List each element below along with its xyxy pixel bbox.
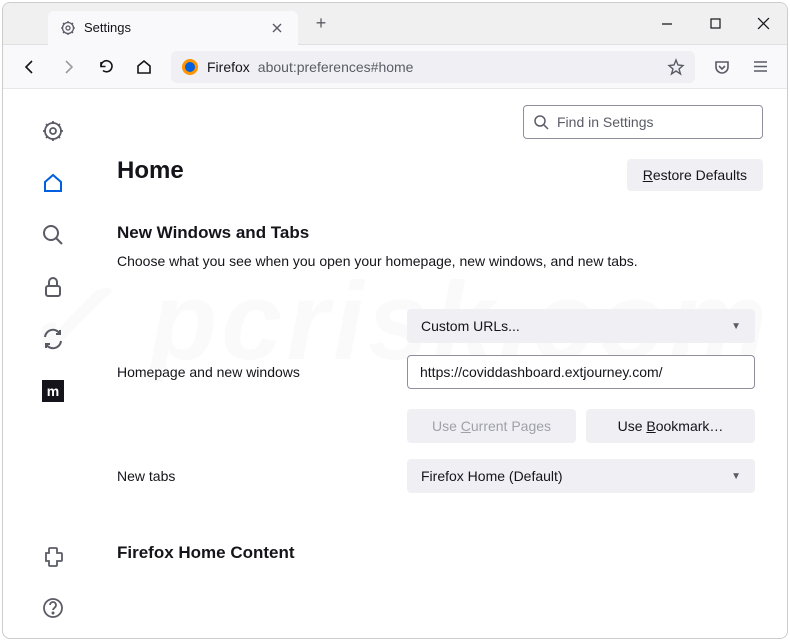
lock-icon[interactable] — [41, 275, 65, 299]
back-button[interactable] — [13, 50, 47, 84]
url-bar[interactable]: Firefox about:preferences#home — [171, 51, 695, 83]
mozilla-icon[interactable]: m — [41, 379, 65, 403]
reload-button[interactable] — [89, 50, 123, 84]
restore-defaults-button[interactable]: Restore Defaults — [627, 159, 763, 191]
url-identity: Firefox — [207, 59, 250, 75]
bookmark-star-icon[interactable] — [667, 58, 685, 76]
close-icon[interactable] — [268, 19, 286, 37]
search-icon — [534, 115, 549, 130]
menu-button[interactable] — [743, 50, 777, 84]
browser-tab[interactable]: Settings — [48, 11, 298, 45]
homepage-label: Homepage and new windows — [117, 364, 407, 380]
new-tab-button[interactable]: + — [306, 9, 336, 39]
maximize-button[interactable] — [691, 3, 739, 45]
tab-label: Settings — [84, 20, 131, 35]
section-desc: Choose what you see when you open your h… — [117, 253, 755, 269]
section-homecontent: Firefox Home Content — [117, 543, 755, 563]
window-controls — [643, 3, 787, 45]
newtabs-label: New tabs — [117, 468, 407, 484]
titlebar: Settings + — [3, 3, 787, 45]
forward-button[interactable] — [51, 50, 85, 84]
firefox-icon — [181, 58, 199, 76]
use-bookmark-button[interactable]: Use Bookmark… — [586, 409, 755, 443]
chevron-down-icon: ▼ — [731, 321, 741, 332]
sync-icon[interactable] — [41, 327, 65, 351]
dropdown-value: Custom URLs... — [421, 318, 520, 334]
search-icon[interactable] — [41, 223, 65, 247]
chevron-down-icon: ▼ — [731, 471, 741, 482]
section-newwindows: New Windows and Tabs — [117, 223, 755, 243]
homepage-url-input[interactable] — [407, 355, 755, 389]
newtabs-dropdown[interactable]: Firefox Home (Default) ▼ — [407, 459, 755, 493]
settings-sidebar: m — [3, 89, 103, 638]
dropdown-value: Firefox Home (Default) — [421, 468, 563, 484]
extensions-icon[interactable] — [41, 544, 65, 568]
minimize-button[interactable] — [643, 3, 691, 45]
nav-toolbar: Firefox about:preferences#home — [3, 45, 787, 89]
general-icon[interactable] — [41, 119, 65, 143]
search-input[interactable] — [557, 114, 752, 130]
help-icon[interactable] — [41, 596, 65, 620]
close-window-button[interactable] — [739, 3, 787, 45]
settings-content: Home Restore Defaults New Windows and Ta… — [103, 89, 787, 638]
homepage-mode-dropdown[interactable]: Custom URLs... ▼ — [407, 309, 755, 343]
find-settings-box[interactable] — [523, 105, 763, 139]
gear-icon — [60, 20, 76, 36]
home-button[interactable] — [127, 50, 161, 84]
use-current-pages-button[interactable]: Use Current Pages — [407, 409, 576, 443]
home-icon[interactable] — [41, 171, 65, 195]
pocket-button[interactable] — [705, 50, 739, 84]
url-path: about:preferences#home — [258, 59, 414, 75]
